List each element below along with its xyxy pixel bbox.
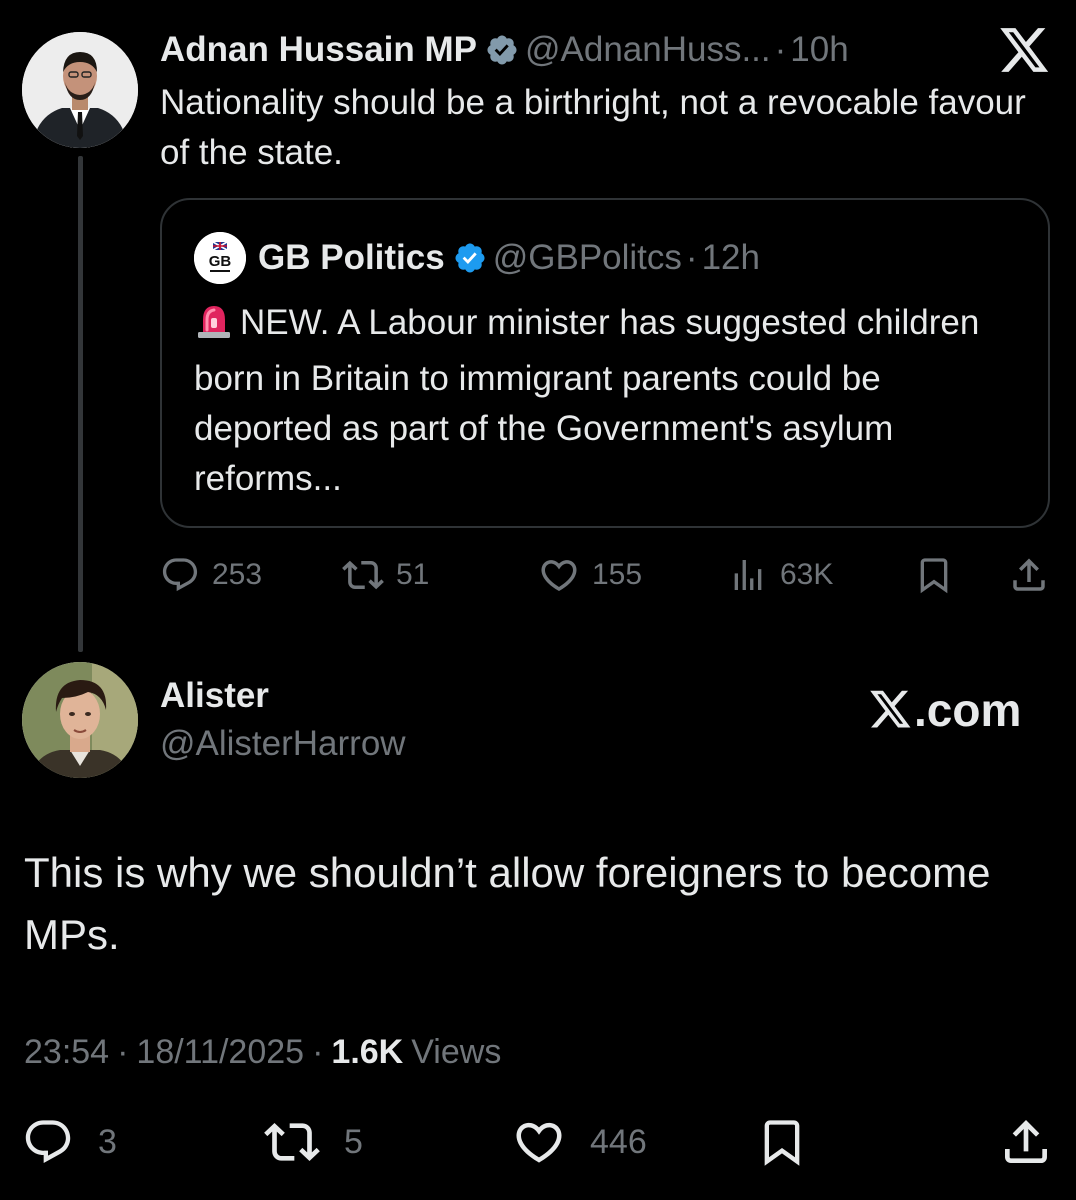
tweet-meta: 23:54 · 18/11/2025 · 1.6K Views	[24, 1030, 501, 1074]
tweet-time[interactable]: 23:54	[24, 1033, 109, 1072]
quoted-tweet-body: NEW. A Labour minister has suggested chi…	[194, 298, 1024, 504]
quoted-tweet-card[interactable]: GB GB Politics @GBPolitcs · 12h NEW. A L…	[160, 198, 1050, 528]
quoted-author-handle[interactable]: @GBPolitcs	[493, 238, 682, 278]
reply-button[interactable]: 253	[160, 552, 262, 598]
quoted-tweet-text: NEW. A Labour minister has suggested chi…	[194, 303, 980, 498]
quoted-tweet-header: GB Politics @GBPolitcs · 12h	[258, 234, 760, 282]
thread-connector-line	[78, 156, 83, 652]
avatar-gb-politics[interactable]: GB	[194, 232, 246, 284]
speech-bubble-icon	[22, 1116, 74, 1168]
bookmark-icon	[756, 1116, 808, 1168]
repost-arrows-icon	[264, 1114, 320, 1170]
repost-arrows-icon	[342, 554, 384, 596]
verified-badge-icon	[453, 241, 487, 275]
reply-button[interactable]: 3	[22, 1116, 117, 1168]
like-count: 155	[592, 558, 643, 591]
reply-tweet-text: This is why we shouldn’t allow foreigner…	[24, 849, 991, 958]
share-upload-icon	[1008, 554, 1050, 596]
author-name[interactable]: Adnan Hussain MP	[160, 30, 477, 70]
share-button[interactable]	[998, 1116, 1054, 1168]
reply-author-handle[interactable]: @AlisterHarrow	[160, 724, 406, 764]
quoted-tweet-timestamp[interactable]: 12h	[702, 238, 760, 278]
xcom-watermark-text: .com	[914, 684, 1022, 736]
parent-tweet-header: Adnan Hussain MP @AdnanHuss... · 10h	[160, 28, 849, 72]
gb-avatar-text: GB	[209, 253, 232, 270]
like-button[interactable]: 155	[538, 552, 642, 598]
quoted-author-name[interactable]: GB Politics	[258, 238, 445, 278]
bookmark-button[interactable]	[914, 552, 954, 598]
reply-count: 253	[212, 558, 263, 591]
heart-icon	[538, 554, 580, 596]
tweet-timestamp[interactable]: 10h	[790, 30, 848, 70]
like-count: 446	[590, 1122, 647, 1161]
separator-dot: ·	[117, 1032, 129, 1071]
x-logo-icon[interactable]	[1000, 28, 1050, 74]
separator-dot: ·	[774, 30, 787, 69]
separator-dot: ·	[685, 238, 698, 277]
avatar-alister[interactable]	[22, 662, 138, 778]
views-total: 1.6K	[331, 1032, 404, 1071]
verified-badge-icon	[485, 33, 519, 67]
repost-count: 5	[344, 1122, 363, 1161]
share-upload-icon	[998, 1114, 1054, 1170]
bar-chart-icon	[728, 555, 768, 595]
separator-dot: ·	[312, 1032, 324, 1071]
repost-count: 51	[396, 558, 430, 591]
avatar-adnan-hussain[interactable]	[22, 32, 138, 148]
siren-emoji-icon	[194, 300, 234, 354]
reply-author-name[interactable]: Alister	[160, 676, 269, 716]
reply-count: 3	[98, 1122, 117, 1161]
speech-bubble-icon	[160, 555, 200, 595]
xcom-watermark: .com	[870, 680, 1021, 740]
bookmark-button[interactable]	[756, 1116, 808, 1168]
parent-tweet-text: Nationality should be a birthright, not …	[160, 83, 1026, 172]
views-label: Views	[411, 1032, 502, 1071]
share-button[interactable]	[1008, 552, 1050, 598]
tweet-date[interactable]: 18/11/2025	[136, 1033, 304, 1072]
bookmark-icon	[914, 555, 954, 595]
x-logo-icon	[870, 690, 914, 730]
repost-button[interactable]: 5	[264, 1116, 363, 1168]
views-count: 63K	[780, 558, 834, 591]
author-handle[interactable]: @AdnanHuss...	[525, 30, 771, 70]
like-button[interactable]: 446	[512, 1116, 647, 1168]
heart-icon	[512, 1115, 566, 1169]
repost-button[interactable]: 51	[342, 552, 429, 598]
views-button[interactable]: 63K	[728, 552, 833, 598]
